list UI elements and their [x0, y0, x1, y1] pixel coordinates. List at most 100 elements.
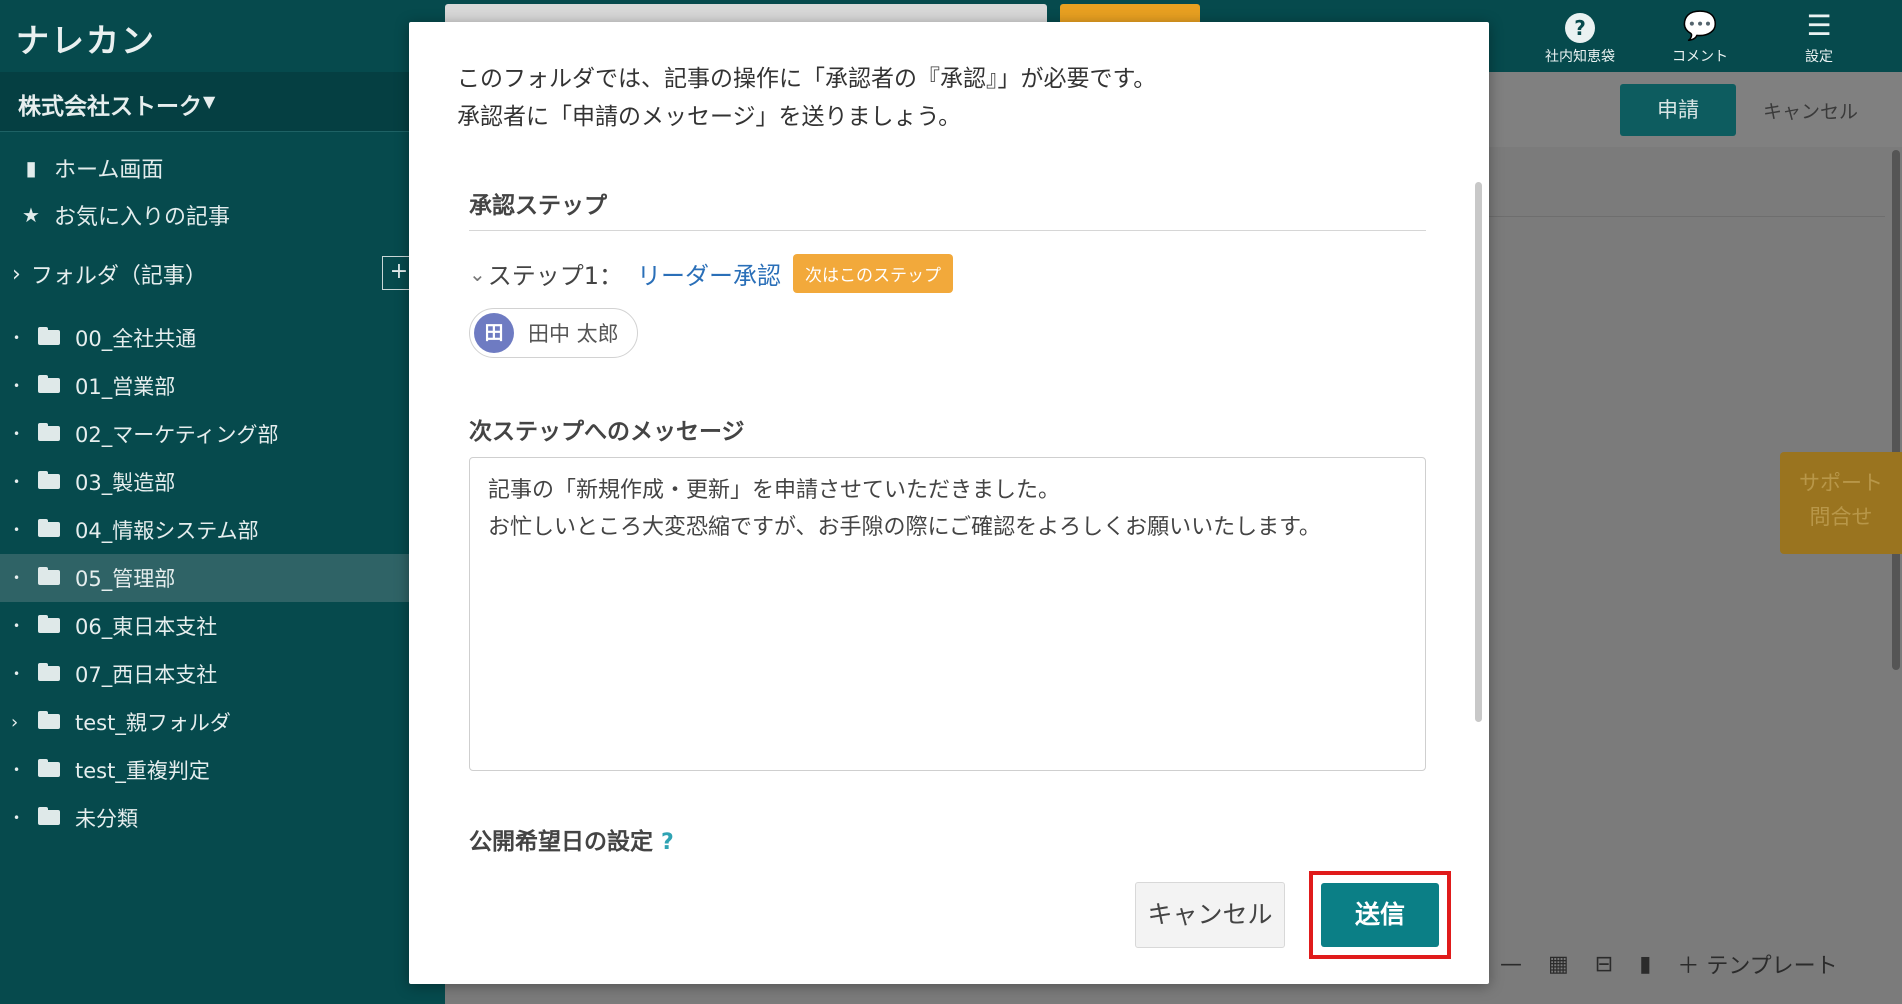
support-contact-tab[interactable]: サポート 問合せ	[1780, 452, 1902, 554]
editor-cancel-link[interactable]: キャンセル	[1763, 97, 1858, 124]
bullet-icon: •	[13, 571, 21, 585]
approval-step: ⌄ ステップ1： リーダー承認 次はこのステップ	[469, 254, 954, 293]
folder-icon	[38, 759, 60, 777]
topbar-settings-button[interactable]: ☰ 設定	[1769, 6, 1869, 66]
folder-item[interactable]: • 未分類	[0, 794, 445, 842]
minus-icon[interactable]: —	[1500, 952, 1522, 977]
folder-icon	[38, 663, 60, 681]
bullet-icon: •	[13, 379, 21, 393]
topbar-knowledge-label: 社内知恵袋	[1545, 49, 1615, 65]
nav-home[interactable]: ▮ ホーム画面	[20, 152, 163, 184]
folder-item[interactable]: • 07_西日本支社	[0, 650, 445, 698]
help-icon[interactable]: ?	[661, 830, 674, 855]
folder-section-title: フォルダ（記事）	[30, 264, 207, 289]
star-icon: ★	[22, 203, 40, 227]
cancel-button[interactable]: キャンセル	[1135, 882, 1285, 948]
folder-item[interactable]: • 03_製造部	[0, 458, 445, 506]
folder-icon	[38, 615, 60, 633]
folder-label: test_重複判定	[75, 759, 210, 783]
folder-label: 04_情報システム部	[75, 519, 259, 543]
bullet-icon: •	[13, 331, 21, 345]
support-line2: 問合せ	[1809, 505, 1873, 529]
sidebar: ナレカン 株式会社ストーク ▼ ▮ ホーム画面 ★ お気に入りの記事 › フォル…	[0, 0, 445, 1004]
table-icon[interactable]: ▦	[1548, 952, 1569, 977]
folder-label: 01_営業部	[75, 375, 176, 399]
folder-item[interactable]: • 00_全社共通	[0, 314, 445, 362]
bullet-icon: •	[13, 475, 21, 489]
question-icon: ?	[1530, 6, 1630, 46]
company-selector[interactable]: 株式会社ストーク ▼	[0, 72, 445, 132]
folder-label: 05_管理部	[75, 567, 176, 591]
folder-label: 07_西日本支社	[75, 663, 218, 687]
nav-home-label: ホーム画面	[54, 158, 164, 183]
app-logo[interactable]: ナレカン	[16, 14, 156, 62]
folder-icon	[38, 711, 60, 729]
step-name-link[interactable]: リーダー承認	[637, 256, 781, 291]
message-title: 次ステップへのメッセージ	[469, 419, 745, 445]
topbar-settings-label: 設定	[1805, 49, 1833, 65]
bullet-icon: •	[13, 427, 21, 441]
message-textarea[interactable]: 記事の「新規作成・更新」を申請させていただきました。 お忙しいところ大変恐縮です…	[469, 457, 1426, 771]
collapse-icon[interactable]: ⊟	[1595, 952, 1613, 977]
intro-line-2: 承認者に「申請のメッセージ」を送りましょう。	[457, 104, 962, 130]
apply-button[interactable]: 申請	[1620, 84, 1736, 136]
chevron-right-icon[interactable]: ›	[11, 712, 18, 733]
folder-icon	[38, 423, 60, 441]
topbar-comment-label: コメント	[1672, 49, 1728, 65]
highlight-box: 送信	[1309, 871, 1451, 959]
publish-date-title: 公開希望日の設定?	[469, 822, 674, 856]
folder-icon	[38, 519, 60, 537]
approval-steps-title: 承認ステップ	[469, 193, 607, 219]
modal-intro: このフォルダでは、記事の操作に「承認者の『承認』」が必要です。 承認者に「申請の…	[457, 60, 1156, 136]
book-icon[interactable]: ▮	[1639, 952, 1651, 977]
folder-item[interactable]: • 06_東日本支社	[0, 602, 445, 650]
topbar-comment-button[interactable]: 💬 コメント	[1650, 6, 1750, 66]
folder-icon	[38, 807, 60, 825]
folder-label: test_親フォルダ	[75, 711, 231, 735]
folder-item-active[interactable]: • 05_管理部	[0, 554, 445, 602]
template-button[interactable]: ＋ テンプレート	[1677, 948, 1837, 980]
modal-scrollbar[interactable]	[1475, 182, 1482, 722]
menu-icon: ☰	[1806, 9, 1832, 42]
folder-label: 未分類	[75, 807, 138, 831]
folder-item[interactable]: • test_重複判定	[0, 746, 445, 794]
folder-section-toggle[interactable]: › フォルダ（記事）	[12, 258, 207, 290]
folder-item[interactable]: • 01_営業部	[0, 362, 445, 410]
comment-icon: 💬	[1682, 9, 1718, 42]
intro-line-1: このフォルダでは、記事の操作に「承認者の『承認』」が必要です。	[457, 66, 1157, 92]
send-button[interactable]: 送信	[1321, 883, 1439, 947]
folder-item[interactable]: • 02_マーケティング部	[0, 410, 445, 458]
double-chevron-down-icon[interactable]: ⌄	[469, 262, 486, 286]
bullet-icon: •	[13, 811, 21, 825]
editor-bottom-tools: — ▦ ⊟ ▮ ＋ テンプレート	[1500, 948, 1838, 980]
folder-label: 02_マーケティング部	[75, 423, 279, 447]
bullet-icon: •	[13, 523, 21, 537]
folder-item[interactable]: • 04_情報システム部	[0, 506, 445, 554]
avatar: 田	[474, 313, 514, 353]
caret-down-icon: ▼	[203, 92, 216, 111]
page-scrollbar[interactable]	[1892, 150, 1900, 670]
nav-favorites[interactable]: ★ お気に入りの記事	[20, 199, 230, 231]
chevron-right-icon: ›	[12, 261, 21, 287]
approval-request-modal: このフォルダでは、記事の操作に「承認者の『承認』」が必要です。 承認者に「申請の…	[409, 22, 1489, 984]
bullet-icon: •	[13, 763, 21, 777]
folder-item-expandable[interactable]: › test_親フォルダ	[0, 698, 445, 746]
topbar-knowledge-button[interactable]: ? 社内知恵袋	[1530, 6, 1630, 66]
approver-chip: 田 田中 太郎	[469, 308, 638, 358]
company-name: 株式会社ストーク	[18, 94, 202, 120]
folder-label: 03_製造部	[75, 471, 176, 495]
publish-date-label: 公開希望日の設定	[469, 829, 653, 855]
nav-favorites-label: お気に入りの記事	[54, 205, 231, 230]
folder-icon	[38, 471, 60, 489]
folder-icon	[38, 567, 60, 585]
step-label: ステップ1：	[487, 262, 624, 290]
approver-name: 田中 太郎	[528, 322, 619, 346]
support-line1: サポート	[1799, 471, 1883, 495]
folder-label: 06_東日本支社	[75, 615, 218, 639]
folder-label: 00_全社共通	[75, 327, 197, 351]
folder-list: • 00_全社共通 • 01_営業部 • 02_マーケティング部 • 03_製造…	[0, 314, 445, 842]
folder-icon	[38, 375, 60, 393]
divider	[469, 230, 1426, 231]
clipboard-icon: ▮	[25, 156, 37, 180]
bullet-icon: •	[13, 619, 21, 633]
